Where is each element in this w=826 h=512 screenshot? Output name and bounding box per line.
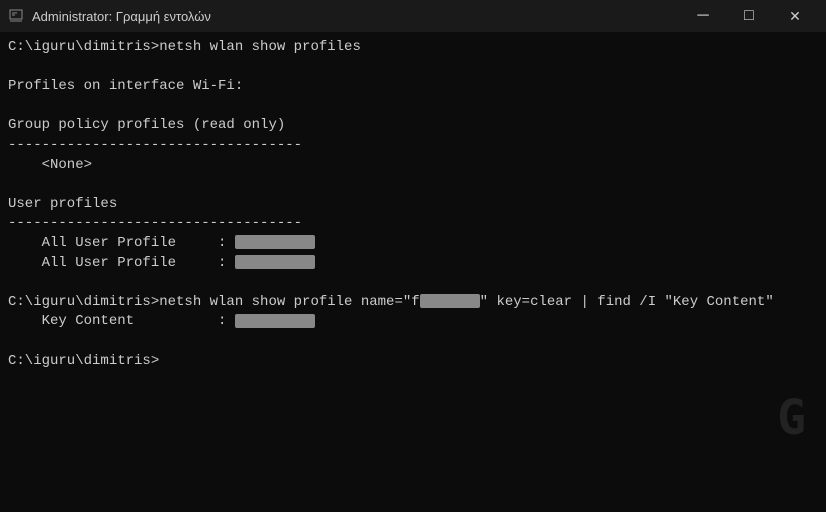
blank-line-1 (8, 58, 818, 78)
profile-line-1: All User Profile : (8, 234, 818, 254)
output-line-1: Profiles on interface Wi-Fi: (8, 77, 818, 97)
output-line-3: ----------------------------------- (8, 136, 818, 156)
output-line-4: <None> (8, 156, 818, 176)
command-line-2: C:\iguru\dimitris>netsh wlan show profil… (8, 293, 818, 313)
blank-line-5 (8, 332, 818, 352)
profile-line-2: All User Profile : (8, 254, 818, 274)
blurred-name (420, 294, 480, 308)
maximize-button[interactable]: □ (726, 0, 772, 32)
close-button[interactable]: ✕ (772, 0, 818, 32)
command-line-1: C:\iguru\dimitris>netsh wlan show profil… (8, 38, 818, 58)
blank-line-3 (8, 175, 818, 195)
output-line-5: User profiles (8, 195, 818, 215)
window: Administrator: Γραμμή εντολών ─ □ ✕ C:\i… (0, 0, 826, 512)
window-title: Administrator: Γραμμή εντολών (32, 9, 680, 24)
prompt-line: C:\iguru\dimitris> (8, 352, 818, 372)
terminal-window[interactable]: C:\iguru\dimitris>netsh wlan show profil… (0, 32, 826, 512)
title-bar: Administrator: Γραμμή εντολών ─ □ ✕ (0, 0, 826, 32)
output-line-2: Group policy profiles (read only) (8, 116, 818, 136)
app-icon (8, 8, 24, 24)
watermark: G (777, 385, 806, 452)
blank-line-2 (8, 97, 818, 117)
output-line-6: ----------------------------------- (8, 214, 818, 234)
blurred-value-1 (235, 235, 315, 249)
blurred-key (235, 314, 315, 328)
key-content-line: Key Content : (8, 312, 818, 332)
blurred-value-2 (235, 255, 315, 269)
minimize-button[interactable]: ─ (680, 0, 726, 32)
blank-line-4 (8, 273, 818, 293)
window-controls: ─ □ ✕ (680, 0, 818, 32)
